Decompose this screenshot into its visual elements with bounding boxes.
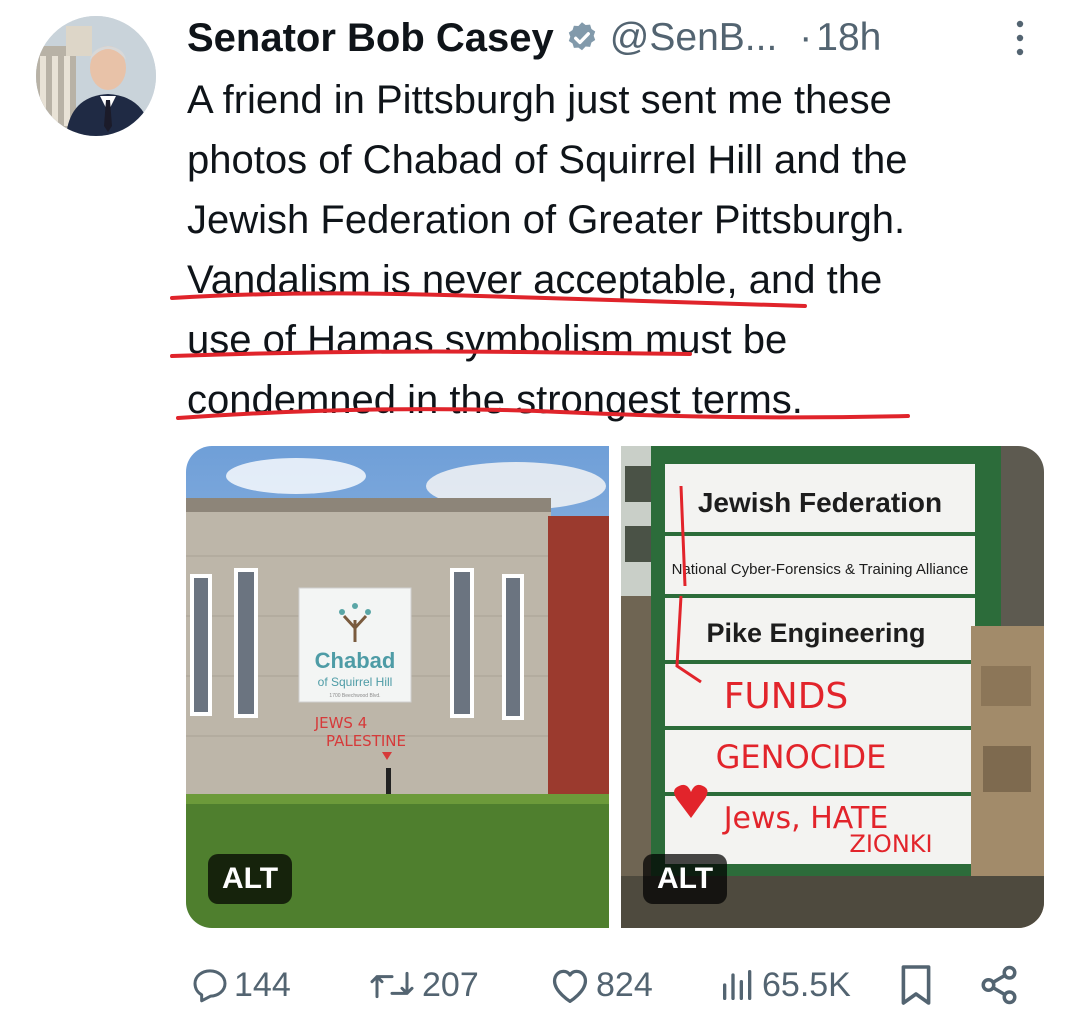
heart-icon <box>552 969 588 1003</box>
reply-button[interactable]: 144 <box>190 955 291 1015</box>
media-photo-chabad[interactable]: Chabad of Squirrel Hill 1700 Beechwood B… <box>186 446 609 928</box>
tweet-text-line: A friend in Pittsburgh just sent me thes… <box>187 78 892 122</box>
share-button[interactable] <box>978 955 1020 1015</box>
reply-icon <box>193 969 227 1003</box>
view-count: 65.5K <box>762 965 851 1004</box>
like-button[interactable]: 824 <box>548 955 653 1015</box>
author-avatar[interactable] <box>36 16 156 136</box>
tweet-header: Senator Bob Casey @SenB... · 18h <box>187 12 1047 64</box>
views-button[interactable]: 65.5K <box>718 955 851 1015</box>
graffiti-text: ZIONKI <box>849 830 932 858</box>
tweet-text-line: Vandalism is never acceptable, and the <box>187 258 883 302</box>
separator-dot: · <box>799 16 813 59</box>
repost-count: 207 <box>422 965 479 1004</box>
bookmark-button[interactable] <box>898 955 934 1015</box>
share-icon <box>981 965 1017 1005</box>
repost-icon <box>370 971 414 999</box>
author-name[interactable]: Senator Bob Casey <box>187 16 554 61</box>
tweet-text-line: photos of Chabad of Squirrel Hill and th… <box>187 138 908 182</box>
verified-badge-icon <box>568 22 595 51</box>
graffiti-text: PALESTINE <box>326 732 406 750</box>
tweet-timestamp[interactable]: 18h <box>816 16 881 60</box>
tweet-text-line: Jewish Federation of Greater Pittsburgh. <box>187 198 906 242</box>
avatar-photo <box>36 16 156 136</box>
banner-address: 1700 Beechwood Blvd. <box>329 693 380 699</box>
banner-title: Chabad <box>315 648 396 673</box>
tweet-text-line: condemned in the strongest terms. <box>187 378 803 422</box>
graffiti-text: GENOCIDE <box>716 738 887 776</box>
tweet-text-line: use of Hamas symbolism must be <box>187 318 788 362</box>
alt-text-button[interactable]: ALT <box>643 854 728 904</box>
more-options-icon[interactable] <box>1008 16 1032 60</box>
tweet-media-grid: Chabad of Squirrel Hill 1700 Beechwood B… <box>186 446 1044 928</box>
sign-row-text: Pike Engineering <box>706 618 925 648</box>
reply-count: 144 <box>234 965 291 1004</box>
views-chart-icon <box>723 970 752 1000</box>
sign-row-text: Jewish Federation <box>698 487 942 518</box>
banner-subtitle: of Squirrel Hill <box>318 675 393 689</box>
graffiti-text: FUNDS <box>724 676 849 717</box>
like-count: 824 <box>596 965 653 1004</box>
author-handle[interactable]: @SenB... <box>610 16 778 60</box>
tweet-action-bar: 144 207 824 65.5K <box>186 955 1046 1015</box>
repost-button[interactable]: 207 <box>366 955 479 1015</box>
graffiti-text: JEWS 4 <box>314 714 368 732</box>
tweet-text: A friend in Pittsburgh just sent me thes… <box>187 70 1057 430</box>
media-photo-federation-sign[interactable]: Jewish Federation National Cyber-Forensi… <box>621 446 1044 928</box>
alt-text-button[interactable]: ALT <box>208 854 293 904</box>
bookmark-icon <box>901 965 931 1005</box>
sign-row-text: National Cyber-Forensics & Training Alli… <box>672 561 969 578</box>
